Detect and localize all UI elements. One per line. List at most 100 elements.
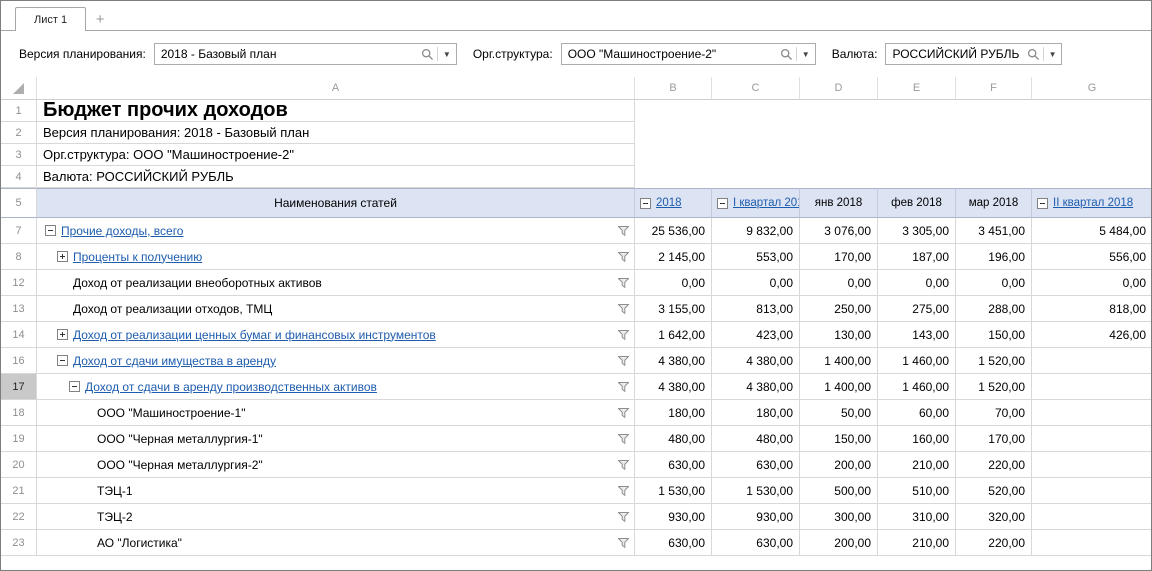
value-cell[interactable]: 500,00 [800,478,878,504]
value-cell[interactable]: 2 145,00 [635,244,712,270]
value-cell[interactable]: 1 460,00 [878,348,956,374]
column-header-a[interactable]: A [37,77,635,100]
period-label[interactable]: II квартал 2018 [1053,197,1133,209]
article-cell[interactable]: ООО "Машиностроение-1" [37,400,635,426]
value-cell[interactable] [1032,504,1152,530]
value-cell[interactable]: 630,00 [712,530,800,556]
article-label[interactable]: Проценты к получению [73,250,202,264]
article-cell[interactable]: Доход от сдачи в аренду производственных… [37,374,635,400]
article-label[interactable]: Доход от сдачи имущества в аренду [73,354,276,368]
filter-funnel-icon[interactable] [618,460,629,470]
tab-sheet1[interactable]: Лист 1 [15,7,86,31]
value-cell[interactable]: 4 380,00 [635,374,712,400]
value-cell[interactable]: 288,00 [956,296,1032,322]
value-cell[interactable]: 200,00 [800,452,878,478]
empty-cell[interactable] [635,122,1152,144]
article-cell[interactable]: ТЭЦ-1 [37,478,635,504]
value-cell[interactable]: 310,00 [878,504,956,530]
value-cell[interactable]: 25 536,00 [635,218,712,244]
value-cell[interactable]: 0,00 [1032,270,1152,296]
value-cell[interactable]: 3 451,00 [956,218,1032,244]
row-number[interactable]: 2 [1,122,37,144]
value-cell[interactable]: 3 155,00 [635,296,712,322]
value-cell[interactable]: 187,00 [878,244,956,270]
collapse-icon[interactable] [640,198,651,209]
value-cell[interactable]: 1 400,00 [800,374,878,400]
value-cell[interactable]: 50,00 [800,400,878,426]
article-cell[interactable]: ТЭЦ-2 [37,504,635,530]
value-cell[interactable]: 4 380,00 [712,374,800,400]
value-cell[interactable]: 553,00 [712,244,800,270]
article-cell[interactable]: ООО "Черная металлургия-2" [37,452,635,478]
value-cell[interactable]: 1 400,00 [800,348,878,374]
row-number[interactable]: 23 [1,530,37,556]
article-label[interactable]: Прочие доходы, всего [61,224,183,238]
empty-cell[interactable] [635,166,1152,188]
value-cell[interactable]: 3 305,00 [878,218,956,244]
value-cell[interactable]: 60,00 [878,400,956,426]
filter-funnel-icon[interactable] [618,356,629,366]
currency-input[interactable]: РОССИЙСКИЙ РУБЛЬ ▼ [885,43,1062,65]
value-cell[interactable] [1032,452,1152,478]
row-number[interactable]: 12 [1,270,37,296]
value-cell[interactable]: 0,00 [878,270,956,296]
value-cell[interactable]: 170,00 [956,426,1032,452]
value-cell[interactable]: 0,00 [800,270,878,296]
row-number[interactable]: 4 [1,166,37,188]
value-cell[interactable]: 5 484,00 [1032,218,1152,244]
value-cell[interactable]: 1 530,00 [635,478,712,504]
search-icon[interactable] [1027,48,1040,61]
value-cell[interactable]: 423,00 [712,322,800,348]
value-cell[interactable] [1032,426,1152,452]
report-version-text[interactable]: Версия планирования: 2018 - Базовый план [37,122,635,144]
row-number[interactable]: 5 [1,188,37,218]
row-number[interactable]: 21 [1,478,37,504]
article-label[interactable]: Доход от сдачи в аренду производственных… [85,380,377,394]
value-cell[interactable]: 196,00 [956,244,1032,270]
filter-funnel-icon[interactable] [618,252,629,262]
article-cell[interactable]: Доход от сдачи имущества в аренду [37,348,635,374]
value-cell[interactable]: 930,00 [635,504,712,530]
value-cell[interactable]: 250,00 [800,296,878,322]
value-cell[interactable]: 210,00 [878,530,956,556]
column-header-c[interactable]: C [712,77,800,100]
value-cell[interactable]: 630,00 [635,530,712,556]
filter-funnel-icon[interactable] [618,512,629,522]
dropdown-arrow-icon[interactable]: ▼ [441,50,453,59]
value-cell[interactable] [1032,530,1152,556]
articles-header[interactable]: Наименования статей [37,188,635,218]
value-cell[interactable]: 630,00 [635,452,712,478]
empty-cell[interactable] [635,100,1152,122]
article-cell[interactable]: Прочие доходы, всего [37,218,635,244]
period-header-4[interactable]: фев 2018 [878,188,956,218]
article-cell[interactable]: Доход от реализации внеоборотных активов [37,270,635,296]
row-number[interactable]: 13 [1,296,37,322]
filter-funnel-icon[interactable] [618,382,629,392]
filter-funnel-icon[interactable] [618,538,629,548]
value-cell[interactable]: 180,00 [712,400,800,426]
value-cell[interactable]: 320,00 [956,504,1032,530]
value-cell[interactable]: 180,00 [635,400,712,426]
value-cell[interactable]: 3 076,00 [800,218,878,244]
value-cell[interactable]: 510,00 [878,478,956,504]
value-cell[interactable]: 70,00 [956,400,1032,426]
empty-cell[interactable] [635,144,1152,166]
period-header-2[interactable]: I квартал 2018 [712,188,800,218]
org-structure-input[interactable]: ООО "Машиностроение-2" ▼ [561,43,816,65]
value-cell[interactable]: 4 380,00 [635,348,712,374]
value-cell[interactable]: 630,00 [712,452,800,478]
period-label[interactable]: I квартал 2018 [733,197,800,209]
column-header-g[interactable]: G [1032,77,1152,100]
article-cell[interactable]: Доход от реализации ценных бумаг и финан… [37,322,635,348]
value-cell[interactable]: 480,00 [712,426,800,452]
value-cell[interactable]: 520,00 [956,478,1032,504]
row-number[interactable]: 1 [1,100,37,122]
filter-funnel-icon[interactable] [618,278,629,288]
column-header-f[interactable]: F [956,77,1032,100]
toggle-icon[interactable] [69,381,80,392]
value-cell[interactable]: 9 832,00 [712,218,800,244]
row-number[interactable]: 20 [1,452,37,478]
value-cell[interactable]: 210,00 [878,452,956,478]
period-header-6[interactable]: II квартал 2018 [1032,188,1152,218]
value-cell[interactable]: 0,00 [956,270,1032,296]
